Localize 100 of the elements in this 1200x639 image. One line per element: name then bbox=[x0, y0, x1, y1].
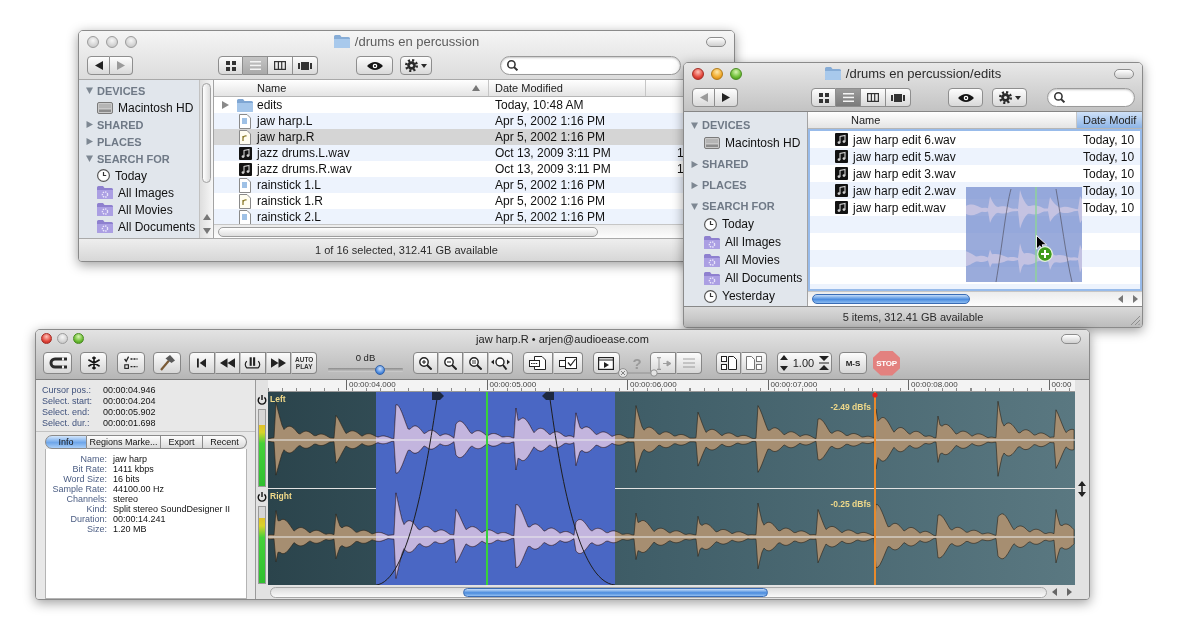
quick-look-button[interactable] bbox=[356, 56, 393, 75]
mid-side-button[interactable]: M-S bbox=[838, 352, 867, 374]
sidebar-item[interactable]: All Documents bbox=[79, 218, 199, 235]
skip-start-button[interactable] bbox=[189, 352, 215, 374]
scroll-arrows-icon[interactable] bbox=[1118, 295, 1138, 303]
slider-thumb[interactable] bbox=[374, 364, 385, 375]
toolbar-button[interactable] bbox=[153, 352, 181, 374]
file-row[interactable]: jaw harp edit 6.wav Today, 10 bbox=[810, 131, 1140, 148]
sidebar-item[interactable]: All Movies bbox=[684, 251, 807, 269]
scrollbar-thumb[interactable] bbox=[218, 226, 598, 237]
zoom-button[interactable] bbox=[73, 333, 84, 344]
toolbar-button[interactable] bbox=[117, 352, 145, 374]
toolbar-toggle-button[interactable] bbox=[706, 36, 726, 47]
loop-play-button[interactable] bbox=[240, 352, 266, 374]
file-row[interactable]: edits Today, 10:48 AM bbox=[214, 97, 684, 113]
sidebar-section-header[interactable]: PLACES bbox=[684, 176, 807, 194]
sidebar-item[interactable]: Macintosh HD bbox=[79, 99, 199, 116]
fade-out-curve[interactable] bbox=[542, 392, 616, 585]
back-button[interactable] bbox=[87, 56, 110, 75]
sidebar-section-header[interactable]: DEVICES bbox=[684, 116, 807, 134]
scroll-arrows-icon[interactable] bbox=[1052, 588, 1072, 596]
zoom-tool-button[interactable] bbox=[437, 352, 463, 374]
tab[interactable]: Info bbox=[45, 435, 87, 449]
column-header[interactable]: Date Modif bbox=[1077, 112, 1142, 128]
view-mode-button[interactable] bbox=[811, 88, 836, 107]
view-mode-button[interactable] bbox=[861, 88, 886, 107]
rewind-button[interactable] bbox=[214, 352, 241, 374]
sidebar-section-header[interactable]: SHARED bbox=[79, 116, 199, 133]
forward-button[interactable] bbox=[715, 88, 738, 107]
time-ruler[interactable]: 00:00:04.000 00:00:05.000 00:00:06.000 00:00:07.000 00:00:08.000 00:00 bbox=[268, 380, 1075, 392]
column-header[interactable]: Name bbox=[214, 80, 489, 96]
scrollbar-thumb[interactable] bbox=[463, 587, 768, 597]
scrollbar-track[interactable] bbox=[199, 80, 213, 238]
search-field[interactable] bbox=[500, 56, 681, 75]
up-down-arrows-icon[interactable] bbox=[779, 355, 788, 371]
toolbar-button[interactable] bbox=[592, 352, 620, 374]
sidebar-section-header[interactable]: SEARCH FOR bbox=[79, 150, 199, 167]
scrollbar-thumb[interactable] bbox=[202, 83, 211, 183]
file-row[interactable]: jaw harp edit 3.wav Today, 10 bbox=[810, 165, 1140, 182]
tab[interactable]: Recent bbox=[203, 435, 247, 449]
scrollbar-track[interactable] bbox=[270, 586, 1047, 598]
export-button[interactable] bbox=[552, 352, 583, 374]
sidebar-section-header[interactable]: SHARED bbox=[684, 155, 807, 173]
view-mode-button[interactable] bbox=[218, 56, 243, 75]
sidebar-item[interactable]: All Images bbox=[684, 233, 807, 251]
close-button[interactable] bbox=[41, 333, 52, 344]
toolbar-button[interactable] bbox=[43, 352, 72, 374]
search-field[interactable] bbox=[1047, 88, 1135, 107]
file-row[interactable]: jaw harp.R Apr 5, 2002 1:16 PM bbox=[214, 129, 684, 145]
power-icon[interactable] bbox=[257, 492, 267, 502]
sidebar-item[interactable]: Macintosh HD bbox=[684, 134, 807, 152]
export-button[interactable] bbox=[522, 352, 553, 374]
sidebar-section-header[interactable]: SEARCH FOR bbox=[684, 197, 807, 215]
zoom-button[interactable] bbox=[730, 67, 742, 80]
close-button[interactable] bbox=[692, 67, 704, 80]
sidebar-item[interactable]: All Movies bbox=[79, 201, 199, 218]
ruler-label: 00:00:08.000 bbox=[908, 380, 1049, 390]
toolbar-toggle-button[interactable] bbox=[1061, 333, 1081, 344]
tab[interactable]: Regions Marke... bbox=[87, 435, 161, 449]
view-mode-button[interactable] bbox=[886, 88, 911, 107]
sidebar-item[interactable]: All Documents bbox=[684, 269, 807, 287]
toolbar-toggle-button[interactable] bbox=[1114, 68, 1134, 79]
sidebar-item[interactable]: Yesterday bbox=[684, 287, 807, 305]
view-mode-button[interactable] bbox=[268, 56, 293, 75]
arrows-to-line-icon[interactable] bbox=[819, 356, 830, 370]
file-row[interactable]: jaw harp edit.wav Today, 10 bbox=[810, 199, 1140, 216]
action-menu-button[interactable] bbox=[992, 88, 1027, 107]
split-document-icon bbox=[746, 356, 763, 370]
smart-folder-icon bbox=[704, 253, 720, 267]
scroll-arrows-icon[interactable] bbox=[202, 214, 211, 234]
document-layout-button[interactable] bbox=[715, 352, 742, 374]
zoom-tool-button[interactable] bbox=[462, 352, 488, 374]
zoom-tool-button[interactable] bbox=[487, 352, 513, 374]
sidebar-item[interactable]: All Images bbox=[79, 184, 199, 201]
zoom-tool-button[interactable] bbox=[412, 352, 438, 374]
fade-in-curve[interactable] bbox=[375, 392, 444, 585]
toolbar-button[interactable] bbox=[80, 352, 107, 374]
playhead-marker[interactable] bbox=[872, 392, 878, 585]
column-header[interactable]: Date Modified bbox=[489, 80, 646, 96]
resize-arrows-icon[interactable] bbox=[1078, 480, 1086, 497]
sidebar-item[interactable]: Today bbox=[79, 167, 199, 184]
view-mode-button[interactable] bbox=[293, 56, 318, 75]
sidebar-item[interactable]: Today bbox=[684, 215, 807, 233]
minimize-button[interactable] bbox=[711, 67, 723, 80]
split-document-icon bbox=[720, 356, 737, 370]
tab[interactable]: Export bbox=[161, 435, 203, 449]
power-icon[interactable] bbox=[257, 395, 267, 405]
scrollbar-track[interactable] bbox=[808, 291, 1142, 306]
file-row[interactable]: rainstick 1.R Apr 5, 2002 1:16 PM bbox=[214, 193, 684, 209]
forward-arrow-icon bbox=[722, 93, 730, 102]
scrollbar-track[interactable] bbox=[214, 224, 684, 238]
file-row[interactable]: jazz drums.R.wav Oct 13, 2009 3:11 PM 1 bbox=[214, 161, 684, 177]
quick-look-button[interactable] bbox=[948, 88, 983, 107]
scrollbar-thumb[interactable] bbox=[812, 294, 970, 304]
sidebar-section-header[interactable]: DEVICES bbox=[79, 82, 199, 99]
sidebar-section-header[interactable]: PLACES bbox=[79, 133, 199, 150]
disclosure-triangle-icon[interactable] bbox=[222, 101, 229, 109]
resize-grip-icon[interactable] bbox=[1130, 315, 1140, 325]
action-menu-button[interactable] bbox=[400, 56, 432, 75]
fast-forward-button[interactable] bbox=[265, 352, 292, 374]
